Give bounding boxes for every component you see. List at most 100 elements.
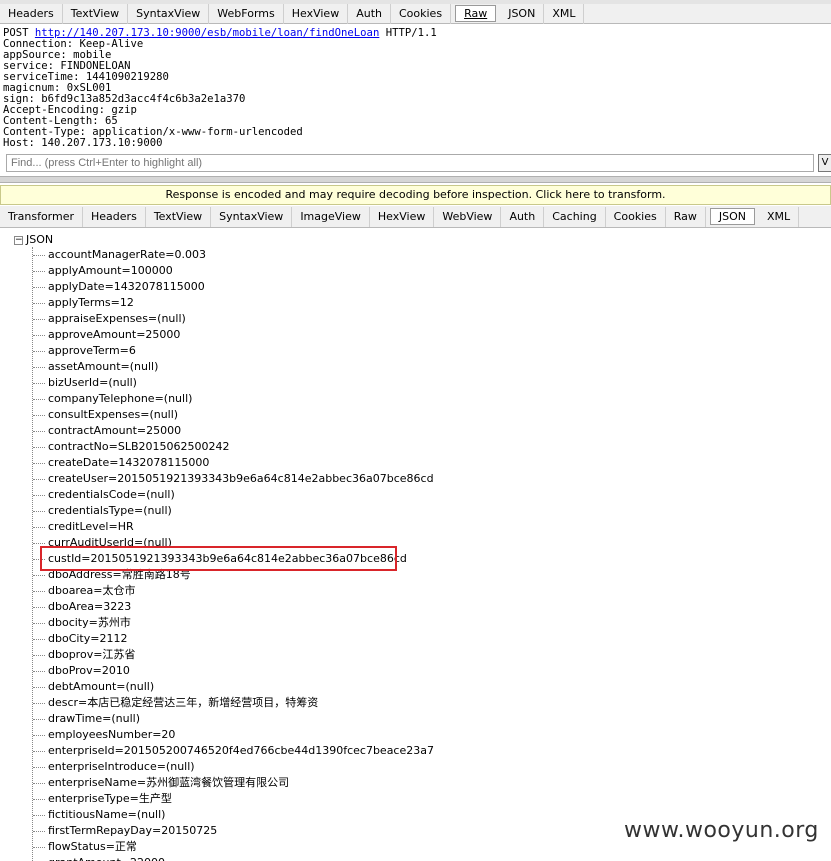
response-tab-webview[interactable]: WebView <box>434 206 502 227</box>
request-tab-syntaxview[interactable]: SyntaxView <box>128 3 210 24</box>
json-node-approveterm[interactable]: approveTerm=6 <box>33 343 434 359</box>
request-tab-textview[interactable]: TextView <box>63 3 129 24</box>
response-tab-label: XML <box>767 209 791 223</box>
request-tab-webforms[interactable]: WebForms <box>209 3 284 24</box>
response-tab-label: Caching <box>552 209 597 223</box>
json-node-flowstatus[interactable]: flowStatus=正常 <box>33 839 434 855</box>
request-tab-cookies[interactable]: Cookies <box>391 3 452 24</box>
response-tab-label: ImageView <box>300 209 361 223</box>
response-tab-label: Cookies <box>613 209 657 223</box>
json-node-descr[interactable]: descr=本店已稳定经营达三年，新增经营项目，特筹资 <box>33 695 434 711</box>
request-tab-label: WebForms <box>217 6 275 20</box>
json-node-fictitiousname[interactable]: fictitiousName=(null) <box>33 807 434 823</box>
response-tab-imageview[interactable]: ImageView <box>292 206 370 227</box>
json-node-approveamount[interactable]: approveAmount=25000 <box>33 327 434 343</box>
response-tab-syntaxview[interactable]: SyntaxView <box>211 206 293 227</box>
json-node-credentialstype[interactable]: credentialsType=(null) <box>33 503 434 519</box>
request-tab-json[interactable]: JSON <box>500 3 545 24</box>
collapse-icon[interactable]: − <box>14 235 23 245</box>
json-node-companytelephone[interactable]: companyTelephone=(null) <box>33 391 434 407</box>
json-node-applydate[interactable]: applyDate=1432078115000 <box>33 279 434 295</box>
response-tab-hexview[interactable]: HexView <box>370 206 435 227</box>
json-node-enterprisename[interactable]: enterpriseName=苏州御蓝湾餐饮管理有限公司 <box>33 775 434 791</box>
request-tab-label: Headers <box>8 6 54 20</box>
json-node-createdate[interactable]: createDate=1432078115000 <box>33 455 434 471</box>
find-view-button[interactable]: V <box>818 154 831 172</box>
response-tab-caching[interactable]: Caching <box>544 206 606 227</box>
json-node-drawtime[interactable]: drawTime=(null) <box>33 711 434 727</box>
raw-request-view[interactable]: POST http://140.207.173.10:9000/esb/mobi… <box>3 28 831 152</box>
json-node-bizuserid[interactable]: bizUserId=(null) <box>33 375 434 391</box>
json-node-dboarea[interactable]: dboarea=太仓市 <box>33 583 434 599</box>
json-node-creditlevel[interactable]: creditLevel=HR <box>33 519 434 535</box>
request-tab-label: JSON <box>508 6 536 20</box>
json-node-appraiseexpenses[interactable]: appraiseExpenses=(null) <box>33 311 434 327</box>
json-node-dboarea[interactable]: dboArea=3223 <box>33 599 434 615</box>
request-header-line: Accept-Encoding: gzip <box>3 104 137 116</box>
json-node-applyamount[interactable]: applyAmount=100000 <box>33 263 434 279</box>
response-tab-label: JSON <box>718 210 747 223</box>
response-tab-raw[interactable]: Raw <box>666 206 706 227</box>
json-tree-root[interactable]: − JSON <box>14 233 53 247</box>
response-tab-textview[interactable]: TextView <box>146 206 212 227</box>
json-node-contractamount[interactable]: contractAmount=25000 <box>33 423 434 439</box>
json-node-consultexpenses[interactable]: consultExpenses=(null) <box>33 407 434 423</box>
response-tab-transformer[interactable]: Transformer <box>0 206 84 227</box>
response-tab-cookies[interactable]: Cookies <box>606 206 666 227</box>
json-node-dboprov[interactable]: dboProv=2010 <box>33 663 434 679</box>
response-tab-label: Transformer <box>8 209 75 223</box>
json-node-assetamount[interactable]: assetAmount=(null) <box>33 359 434 375</box>
response-tab-label: Raw <box>673 209 697 223</box>
request-tab-xml[interactable]: XML <box>544 3 585 24</box>
response-tab-label: TextView <box>153 209 203 223</box>
response-tab-headers[interactable]: Headers <box>83 206 146 227</box>
request-tab-label: XML <box>552 6 576 20</box>
response-tab-label: SyntaxView <box>219 209 284 223</box>
json-node-dbocity[interactable]: dboCity=2112 <box>33 631 434 647</box>
response-tab-label: HexView <box>377 209 426 223</box>
request-tab-raw[interactable]: Raw <box>455 5 497 22</box>
response-tab-label: Auth <box>509 209 536 223</box>
request-tab-headers[interactable]: Headers <box>0 3 63 24</box>
response-tab-auth[interactable]: Auth <box>501 206 545 227</box>
json-node-firsttermrepayday[interactable]: firstTermRepayDay=20150725 <box>33 823 434 839</box>
json-node-accountmanagerrate[interactable]: accountManagerRate=0.003 <box>33 247 434 263</box>
request-tab-label: Cookies <box>398 6 443 20</box>
request-protocol: HTTP/1.1 <box>385 27 437 39</box>
response-tab-json[interactable]: JSON <box>709 208 756 225</box>
highlight-box-custid <box>40 546 397 571</box>
request-tab-label: SyntaxView <box>136 6 201 20</box>
find-input[interactable] <box>6 154 814 172</box>
request-tab-bar: Headers TextView SyntaxView WebForms HexView… <box>0 3 831 24</box>
json-node-enterpriseid[interactable]: enterpriseId=201505200746520f4ed766cbe44… <box>33 743 434 759</box>
json-node-credentialscode[interactable]: credentialsCode=(null) <box>33 487 434 503</box>
request-tab-label: Auth <box>356 6 382 20</box>
json-node-debtamount[interactable]: debtAmount=(null) <box>33 679 434 695</box>
response-tab-xml[interactable]: XML <box>759 206 800 227</box>
json-node-enterpriseintroduce[interactable]: enterpriseIntroduce=(null) <box>33 759 434 775</box>
request-header-line: Connection: Keep-Alive <box>3 38 144 50</box>
response-tab-label: Headers <box>91 209 137 223</box>
request-header-line: Host: 140.207.173.10:9000 <box>3 137 163 149</box>
request-header-line: serviceTime: 1441090219280 <box>3 71 169 83</box>
pane-splitter[interactable] <box>0 176 831 183</box>
request-headers: Connection: Keep-Alive appSource: mobile s… <box>3 39 831 149</box>
json-node-applyterms[interactable]: applyTerms=12 <box>33 295 434 311</box>
response-tab-bar: Transformer Headers TextView SyntaxView Imag… <box>0 206 831 228</box>
json-node-dboprov[interactable]: dboprov=江苏省 <box>33 647 434 663</box>
request-tab-label: TextView <box>70 6 120 20</box>
response-encoded-notice[interactable]: Response is encoded and may require deco… <box>0 185 831 205</box>
request-tab-hexview[interactable]: HexView <box>284 3 349 24</box>
json-node-dbocity[interactable]: dbocity=苏州市 <box>33 615 434 631</box>
request-tab-auth[interactable]: Auth <box>348 3 391 24</box>
json-node-grantamount[interactable]: grantAmount=22000 <box>33 855 434 861</box>
json-node-employeesnumber[interactable]: employeesNumber=20 <box>33 727 434 743</box>
json-node-enterprisetype[interactable]: enterpriseType=生产型 <box>33 791 434 807</box>
json-node-createuser[interactable]: createUser=2015051921393343b9e6a64c814e2… <box>33 471 434 487</box>
request-tab-label: Raw <box>464 7 488 20</box>
response-tab-label: WebView <box>442 209 493 223</box>
watermark: www.wooyun.org <box>624 818 819 843</box>
request-tab-label: HexView <box>291 6 340 20</box>
json-node-contractno[interactable]: contractNo=SLB2015062500242 <box>33 439 434 455</box>
json-root-label: JSON <box>26 233 54 246</box>
